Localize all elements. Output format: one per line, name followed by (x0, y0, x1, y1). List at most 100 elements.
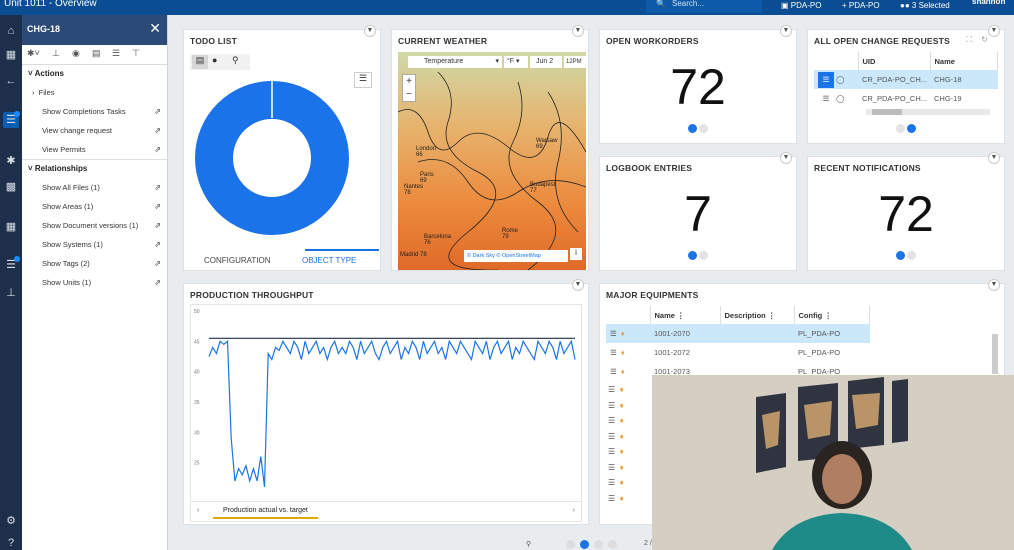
tasks-icon[interactable]: ☰ (3, 256, 20, 273)
table-row[interactable]: ☰ ♦ 1001-2070 PL_PDA-PO (606, 324, 870, 343)
list-icon[interactable]: ☰ (818, 71, 834, 88)
page-dot[interactable] (580, 540, 589, 549)
relationship-item[interactable]: Show Systems (1) ⇗ (22, 235, 167, 254)
zoom-out-button[interactable]: − (403, 88, 415, 101)
document-icon[interactable]: ▤ (92, 48, 101, 59)
inbox-icon[interactable]: ▩ (3, 179, 19, 195)
list-icon[interactable]: ☰ ♦ (608, 460, 648, 476)
carousel-dot[interactable] (896, 251, 905, 260)
weather-map[interactable]: Temperature ▾ °F ▾ Jun 2 12PM + − London 6… (398, 52, 586, 270)
column-header-uid[interactable]: UID (858, 52, 931, 70)
column-header-name[interactable]: Name ⋮ (650, 306, 721, 324)
credit-dark-sky[interactable]: © Dark Sky (467, 253, 495, 259)
view-permits-item[interactable]: View Permits ⇗ (22, 140, 167, 159)
eye-icon[interactable]: ◉ (72, 48, 80, 59)
expand-icon[interactable]: ⛶ (966, 35, 972, 45)
relationships-section[interactable]: ˅ Relationships (22, 160, 167, 178)
pin-icon[interactable]: ▼ (780, 152, 792, 164)
search-icon[interactable]: ⚲ (232, 55, 239, 66)
files-item[interactable]: › Files (22, 83, 167, 102)
relationship-item[interactable]: Show Tags (2) ⇗ (22, 254, 167, 273)
hierarchy-icon[interactable]: ⊥ (52, 48, 60, 59)
horizontal-scrollbar[interactable] (866, 109, 990, 115)
refresh-icon[interactable]: ↻ (981, 35, 988, 44)
pin-icon[interactable]: ▼ (364, 25, 376, 37)
list-icon[interactable]: ☰ ♦ (608, 413, 648, 429)
actions-section[interactable]: ˅ Actions (22, 65, 167, 83)
context-item-2[interactable]: + PDA-PO (842, 0, 880, 12)
close-icon[interactable]: ✕ (149, 20, 161, 37)
pin-icon[interactable]: ▼ (572, 279, 584, 291)
list-icon[interactable]: ☰ ♦ (608, 429, 648, 445)
list-icon[interactable]: ☰ (610, 348, 617, 357)
list-icon[interactable]: ☰ ♦ (608, 475, 648, 491)
gear-icon[interactable]: ⚙ (3, 513, 19, 529)
home-icon[interactable]: ⌂ (3, 23, 19, 39)
list-icon[interactable]: ☰ ♦ (608, 491, 648, 507)
show-completion-tasks-item[interactable]: Show Completions Tasks ⇗ (22, 102, 167, 121)
list-icon[interactable]: ☰ ♦ (608, 382, 648, 398)
link-icon[interactable]: ◯ (836, 75, 844, 84)
person-icon[interactable]: ● (212, 55, 217, 65)
column-header-config[interactable]: Config ⋮ (794, 306, 870, 324)
zoom-in-button[interactable]: + (403, 75, 415, 88)
carousel-dot[interactable] (907, 124, 916, 133)
pin-icon[interactable]: ▼ (572, 25, 584, 37)
list-icon[interactable]: ☰ (610, 329, 617, 338)
credit-osm[interactable]: © OpenStreetMap (496, 253, 540, 259)
tree-icon[interactable]: ⊤ (132, 48, 140, 59)
column-header-name[interactable]: Name (930, 52, 998, 70)
help-icon[interactable]: ? (3, 535, 19, 550)
date-select[interactable]: Jun 2 (530, 56, 562, 68)
table-row[interactable]: ☰ ◯ CR_PDA-PO_CH... CHG-18 (814, 70, 998, 89)
clipboard-icon[interactable]: ▤ (192, 55, 208, 69)
list-icon[interactable]: ☰ ♦ (608, 444, 648, 460)
pin-icon[interactable]: ✱ (3, 153, 19, 169)
list-icon[interactable]: ☰ (610, 367, 617, 376)
carousel-dot[interactable] (699, 251, 708, 260)
tab-production-actual-vs-target[interactable]: Production actual vs. target (213, 507, 318, 519)
search-input[interactable]: 🔍 Search... (646, 0, 762, 13)
pin-icon[interactable]: ▼ (988, 279, 1000, 291)
view-change-request-item[interactable]: View change request ⇗ (22, 121, 167, 140)
selection-indicator[interactable]: ●● 3 Selected (900, 0, 950, 12)
apps-icon[interactable]: ▦ (3, 47, 19, 63)
table-row[interactable]: ☰ ◯ CR_PDA-PO_CH... CHG-19 (814, 89, 998, 108)
list-icon[interactable]: ☰ (112, 48, 120, 59)
layer-select[interactable]: Temperature ▾ (408, 56, 502, 68)
list-view-button[interactable]: ☰ (354, 72, 372, 88)
scroll-left-icon[interactable]: ‹ (197, 507, 199, 514)
relationship-item[interactable]: Show All Files (1) ⇗ (22, 178, 167, 197)
hierarchy-icon[interactable]: ⊥ (3, 285, 19, 301)
back-arrow-icon[interactable]: ← (3, 73, 19, 89)
column-header-description[interactable]: Description ⋮ (720, 306, 795, 324)
context-item-1[interactable]: ▣ PDA-PO (781, 0, 821, 12)
scroll-right-icon[interactable]: › (573, 507, 575, 514)
zoom-icon[interactable]: ⚲ (526, 540, 531, 548)
carousel-dot[interactable] (688, 124, 697, 133)
tab-object-type[interactable]: OBJECT TYPE (302, 256, 356, 265)
scrollbar-thumb[interactable] (872, 109, 902, 115)
relationship-item[interactable]: Show Document versions (1) ⇗ (22, 216, 167, 235)
table-row[interactable]: ☰ ♦ 1001-2072 PL_PDA-PO (606, 343, 870, 362)
page-dot[interactable] (594, 540, 603, 549)
carousel-dot[interactable] (699, 124, 708, 133)
dashboard-icon[interactable]: ▦ (3, 219, 19, 235)
list-icon[interactable]: ☰ (818, 94, 834, 103)
pin-icon[interactable]: ▼ (988, 152, 1000, 164)
list-icon[interactable]: ☰ ♦ (608, 398, 648, 414)
relationship-item[interactable]: Show Areas (1) ⇗ (22, 197, 167, 216)
carousel-dot[interactable] (896, 124, 905, 133)
info-icon[interactable]: i (570, 248, 582, 260)
link-icon[interactable]: ◯ (836, 94, 844, 103)
relationship-item[interactable]: Show Units (1) ⇗ (22, 273, 167, 292)
time-select[interactable]: 12PM (564, 56, 586, 68)
unit-select[interactable]: °F ▾ (504, 56, 528, 68)
tab-configuration[interactable]: CONFIGURATION (204, 256, 271, 265)
pin-icon[interactable]: ▼ (780, 25, 792, 37)
pin-icon[interactable]: ✱˅ (27, 48, 40, 59)
vertical-scrollbar[interactable] (992, 334, 998, 374)
page-dot[interactable] (608, 540, 617, 549)
pin-icon[interactable]: ▼ (988, 25, 1000, 37)
list-icon[interactable]: ☰ (3, 111, 20, 128)
